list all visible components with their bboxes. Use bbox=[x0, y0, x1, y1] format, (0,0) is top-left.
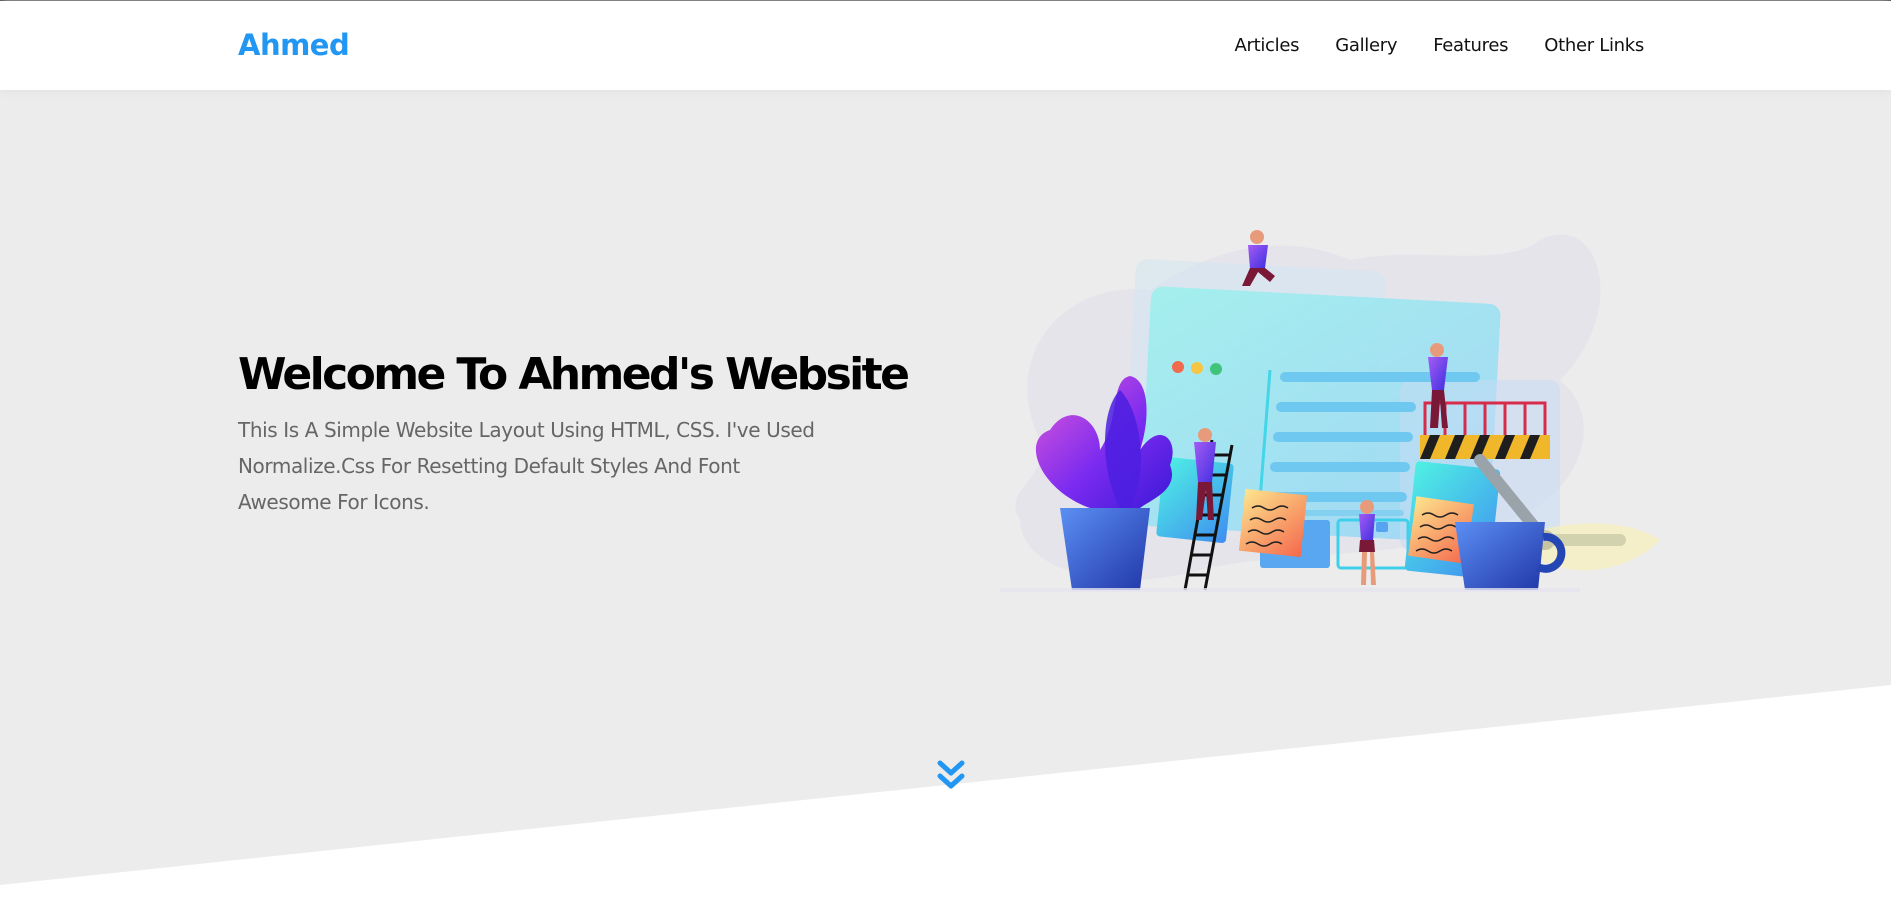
window-dot-green bbox=[1210, 363, 1222, 375]
text-line-4 bbox=[1270, 462, 1410, 472]
site-header: Ahmed Articles Gallery Features Other Li… bbox=[0, 1, 1891, 90]
landing-title: Welcome To Ahmed's Website bbox=[238, 349, 910, 400]
plant-pot bbox=[1060, 508, 1150, 590]
nav-link-features[interactable]: Features bbox=[1415, 31, 1526, 61]
team-building-illustration bbox=[1000, 230, 1660, 592]
window-dot-yellow bbox=[1191, 362, 1203, 374]
text-line-3 bbox=[1273, 432, 1413, 442]
nav-link-articles[interactable]: Articles bbox=[1216, 31, 1317, 61]
angles-down-icon[interactable] bbox=[936, 758, 966, 792]
coffee-mug bbox=[1455, 522, 1545, 590]
nav-link-other-links[interactable]: Other Links bbox=[1526, 31, 1644, 61]
main-nav: Articles Gallery Features Other Links bbox=[1216, 31, 1644, 61]
landing-description: This Is A Simple Website Layout Using HT… bbox=[238, 418, 815, 514]
text-line-2 bbox=[1276, 402, 1416, 412]
site-logo[interactable]: Ahmed bbox=[238, 28, 350, 62]
text-line-1 bbox=[1280, 372, 1480, 382]
sticky-note-left bbox=[1238, 488, 1308, 558]
nav-link-gallery[interactable]: Gallery bbox=[1317, 31, 1415, 61]
window-dot-red bbox=[1172, 361, 1184, 373]
